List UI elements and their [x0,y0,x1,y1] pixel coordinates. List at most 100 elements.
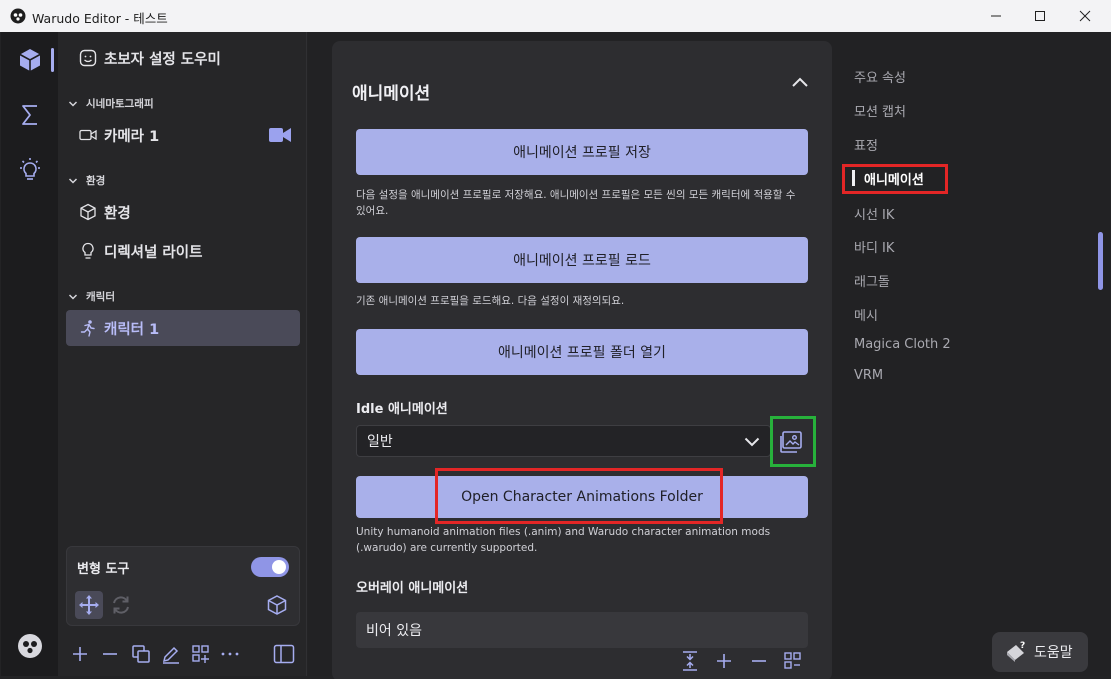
minus-icon [750,652,768,670]
chevron-up-icon [788,71,812,95]
transform-tool-label: 변형 도구 [77,562,130,577]
section-label: 환경 [86,175,106,187]
activity-scene[interactable] [1,36,58,84]
scrollbar-thumb[interactable] [1098,232,1103,290]
load-profile-description: 기존 애니메이션 프로필을 로드해요. 다음 설정이 재정의되요. [356,295,625,307]
overlay-animation-empty: 비어 있음 [366,623,422,639]
duplicate-icon [131,644,151,664]
environment-icon [78,202,98,222]
help-book-icon: ? [1004,640,1028,664]
nav-item-mesh[interactable]: 메시 [854,305,878,324]
grid-view-button[interactable] [781,649,805,673]
plus-icon [715,652,733,670]
nav-item-motion-capture[interactable]: 모션 캡처 [854,101,906,120]
add-overlay-button[interactable] [712,649,736,673]
svg-text:?: ? [1020,641,1025,651]
collapse-button[interactable] [788,71,812,95]
more-button[interactable] [216,640,244,668]
tree-item-environment[interactable]: 환경 [66,194,300,230]
rotate-tool-button[interactable] [107,591,135,619]
beginner-helper-item[interactable]: 초보자 설정 도우미 [66,40,300,76]
pencil-icon [161,644,181,664]
collapse-all-button[interactable] [678,649,702,673]
rename-button[interactable] [157,640,185,668]
camera-icon [78,125,98,145]
cube-icon [17,47,43,73]
nav-item-main-properties[interactable]: 주요 속성 [854,67,906,86]
local-space-button[interactable] [263,591,291,619]
load-profile-button[interactable]: 애니메이션 프로필 로드 [356,237,808,283]
tree-item-label: 디렉셔널 라이트 [104,244,203,261]
tree-toolbar [58,636,307,672]
idle-animation-label: Idle 애니메이션 [356,402,448,417]
lightbulb-icon [17,157,43,183]
community-logo-icon [17,633,43,659]
animations-folder-description: Unity humanoid animation files (.anim) a… [356,526,771,554]
tree-item-label: 캐릭터 1 [104,321,160,338]
activity-community[interactable] [1,622,58,670]
idle-animation-select[interactable]: 일반 [356,425,771,457]
minus-icon [101,645,119,663]
tree-item-character[interactable]: 캐릭터 1 [66,310,300,346]
chevron-down-icon [68,177,78,184]
cube-icon [266,594,288,616]
save-profile-description: 다음 설정을 애니메이션 프로필로 저장해요. 애니메이션 프로필은 모든 씬의… [356,189,796,217]
rotate-icon [110,594,132,616]
nav-item-look-ik[interactable]: 시선 IK [854,204,894,223]
open-profile-folder-button[interactable]: 애니메이션 프로필 폴더 열기 [356,329,808,375]
nav-item-vrm[interactable]: VRM [854,368,883,383]
transform-tool-panel: 변형 도구 [66,546,300,626]
title-bar: Warudo Editor - 테스트 [0,0,1111,32]
highlight-box-red [842,164,948,194]
active-indicator [51,48,54,72]
section-cinematography[interactable]: 시네마토그래피 [68,96,154,111]
animation-card: 애니메이션 애니메이션 프로필 저장 다음 설정을 애니메이션 프로필로 저장해… [332,41,832,679]
save-profile-button[interactable]: 애니메이션 프로필 저장 [356,129,808,175]
add-button[interactable] [66,640,94,668]
properties-panel: 애니메이션 애니메이션 프로필 저장 다음 설정을 애니메이션 프로필로 저장해… [308,32,840,679]
help-button[interactable]: ? 도움말 [992,632,1088,672]
chevron-down-icon [744,437,760,447]
transform-tool-toggle[interactable] [251,557,289,577]
smiley-icon [78,48,98,68]
highlight-box-red [435,468,723,524]
highlight-box-green [770,416,816,467]
move-tool-button[interactable] [75,591,103,619]
section-label: 시네마토그래피 [86,98,154,110]
tree-item-label: 카메라 1 [104,128,160,145]
nav-item-expression[interactable]: 표정 [854,135,878,154]
move-arrows-icon [78,594,100,616]
lightbulb-icon [78,241,98,261]
toggle-panel-button[interactable] [270,640,298,668]
remove-overlay-button[interactable] [747,649,771,673]
section-label: 캐릭터 [86,291,115,303]
active-camera-icon[interactable] [268,126,292,144]
nav-item-magica-cloth[interactable]: Magica Cloth 2 [854,337,951,352]
section-navigator: 주요 속성 모션 캡처 표정 애니메이션 시선 IK 바디 IK 래그돌 메시 … [840,32,1110,676]
sidebar-panel-icon [273,643,295,665]
add-group-button[interactable] [187,640,215,668]
sigma-icon [18,103,42,127]
section-environment[interactable]: 환경 [68,173,105,188]
minimize-button[interactable] [973,0,1019,32]
activity-bar [1,32,58,676]
duplicate-button[interactable] [127,640,155,668]
close-button[interactable] [1062,0,1108,32]
activity-blueprints[interactable] [1,91,58,139]
collapse-vertical-icon [680,650,700,672]
nav-item-body-ik[interactable]: 바디 IK [854,237,894,256]
tree-item-directional-light[interactable]: 디렉셔널 라이트 [66,233,300,269]
nav-item-ragdoll[interactable]: 래그돌 [854,271,890,290]
overlay-animation-list[interactable]: 비어 있음 [356,612,808,648]
tree-item-label: 환경 [104,205,131,222]
remove-button[interactable] [96,640,124,668]
grid-icon [783,651,803,671]
tree-item-camera[interactable]: 카메라 1 [66,117,300,153]
section-character[interactable]: 캐릭터 [68,289,115,304]
overlay-animation-label: 오버레이 애니메이션 [356,581,469,596]
beginner-helper-label: 초보자 설정 도우미 [104,51,221,68]
chevron-down-icon [68,293,78,300]
plus-icon [71,645,89,663]
activity-plugins[interactable] [1,146,58,194]
maximize-button[interactable] [1017,0,1063,32]
